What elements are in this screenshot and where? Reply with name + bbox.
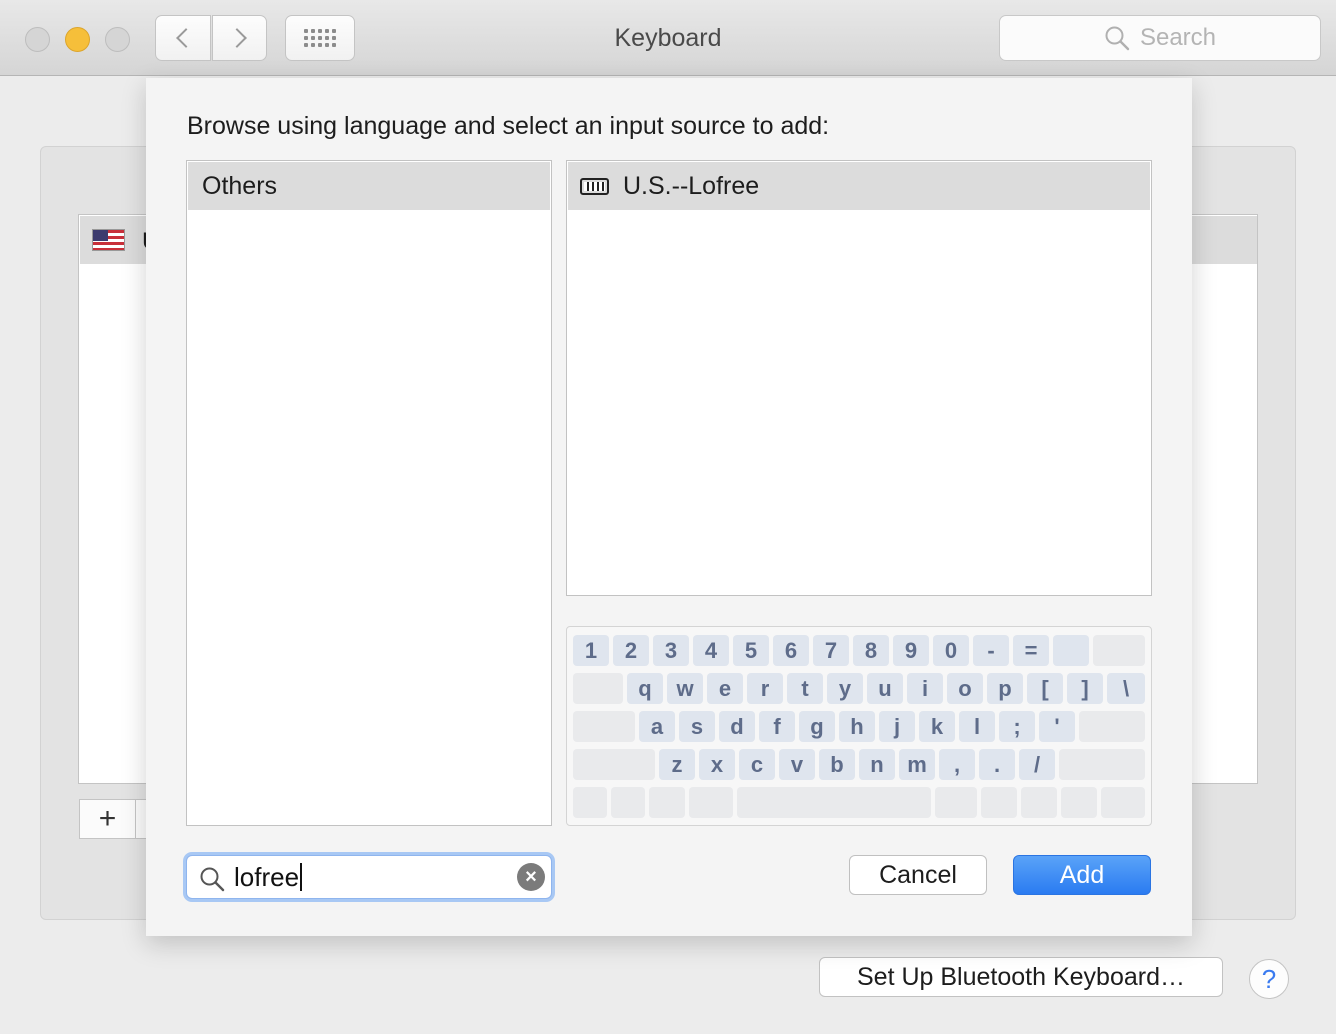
add-button[interactable]: Add	[1013, 855, 1151, 895]
language-item-others[interactable]: Others	[188, 162, 550, 210]
key: .	[979, 749, 1015, 780]
key: b	[819, 749, 855, 780]
key: d	[719, 711, 755, 742]
key: x	[699, 749, 735, 780]
search-placeholder: Search	[1139, 24, 1217, 51]
key: \	[1107, 673, 1145, 704]
key: p	[987, 673, 1023, 704]
key-command-right	[935, 787, 977, 818]
key-shift-right	[1059, 749, 1145, 780]
keyboard-icon	[580, 177, 609, 195]
key: -	[973, 635, 1009, 666]
key: /	[1019, 749, 1055, 780]
key-option	[649, 787, 685, 818]
key: s	[679, 711, 715, 742]
key: g	[799, 711, 835, 742]
toolbar-search-field[interactable]: Search	[999, 15, 1321, 61]
add-input-source-sheet: Browse using language and select an inpu…	[146, 78, 1192, 936]
input-source-search-field[interactable]: lofree ×	[186, 855, 552, 899]
key: =	[1013, 635, 1049, 666]
key-caps-lock	[573, 711, 635, 742]
key-arrow-updown	[1021, 787, 1057, 818]
help-button[interactable]: ?	[1249, 959, 1289, 999]
language-item-label: Others	[202, 171, 278, 200]
language-list[interactable]: Others	[186, 160, 552, 826]
key-row-bottom: z x c v b n m , . /	[573, 749, 1145, 780]
search-icon	[1105, 26, 1130, 51]
key-arrow-right2	[1061, 787, 1097, 818]
key-arrow-right	[1101, 787, 1145, 818]
key: 4	[693, 635, 729, 666]
key-row-modifiers	[573, 787, 1145, 818]
key: ;	[999, 711, 1035, 742]
key-row-numbers: 1 2 3 4 5 6 7 8 9 0 - =	[573, 635, 1145, 666]
key: 7	[813, 635, 849, 666]
sheet-prompt: Browse using language and select an inpu…	[187, 112, 830, 140]
key: t	[787, 673, 823, 704]
key: w	[667, 673, 703, 704]
input-source-item[interactable]: U.S.--Lofree	[568, 162, 1150, 210]
search-icon	[200, 867, 225, 892]
key: y	[827, 673, 863, 704]
key-row-qwerty: q w e r t y u i o p [ ] \	[573, 673, 1145, 704]
key: ]	[1067, 673, 1103, 704]
key-row-home: a s d f g h j k l ; '	[573, 711, 1145, 742]
key-tab	[573, 673, 623, 704]
us-flag-icon	[92, 229, 125, 251]
key-command	[689, 787, 733, 818]
key-return	[1079, 711, 1145, 742]
search-query: lofree	[234, 863, 303, 891]
key: 3	[653, 635, 689, 666]
key: f	[759, 711, 795, 742]
key-blank	[1053, 635, 1089, 666]
cancel-button[interactable]: Cancel	[849, 855, 987, 895]
key: 8	[853, 635, 889, 666]
key: a	[639, 711, 675, 742]
key: r	[747, 673, 783, 704]
input-source-list[interactable]: U.S.--Lofree	[566, 160, 1152, 596]
keyboard-layout-preview: 1 2 3 4 5 6 7 8 9 0 - = q w e r t y u i …	[566, 626, 1152, 826]
key-delete	[1093, 635, 1145, 666]
key-control	[611, 787, 645, 818]
key: 9	[893, 635, 929, 666]
key: 6	[773, 635, 809, 666]
key: [	[1027, 673, 1063, 704]
key: '	[1039, 711, 1075, 742]
input-source-label: U.S.--Lofree	[623, 171, 760, 200]
key: v	[779, 749, 815, 780]
add-input-source-button[interactable]: +	[80, 800, 136, 838]
key-shift-left	[573, 749, 655, 780]
key: z	[659, 749, 695, 780]
key: m	[899, 749, 935, 780]
setup-bluetooth-keyboard-button[interactable]: Set Up Bluetooth Keyboard…	[819, 957, 1223, 997]
key-space	[737, 787, 931, 818]
key: h	[839, 711, 875, 742]
key: e	[707, 673, 743, 704]
key-fn	[573, 787, 607, 818]
toolbar: Keyboard Search	[0, 0, 1336, 76]
key: 0	[933, 635, 969, 666]
key: 2	[613, 635, 649, 666]
key: 5	[733, 635, 769, 666]
key-arrow-left	[981, 787, 1017, 818]
key: l	[959, 711, 995, 742]
key: c	[739, 749, 775, 780]
key: i	[907, 673, 943, 704]
key: u	[867, 673, 903, 704]
key: ,	[939, 749, 975, 780]
clear-search-icon[interactable]: ×	[517, 863, 545, 891]
key: k	[919, 711, 955, 742]
key: 1	[573, 635, 609, 666]
key: q	[627, 673, 663, 704]
key: o	[947, 673, 983, 704]
key: j	[879, 711, 915, 742]
key: n	[859, 749, 895, 780]
